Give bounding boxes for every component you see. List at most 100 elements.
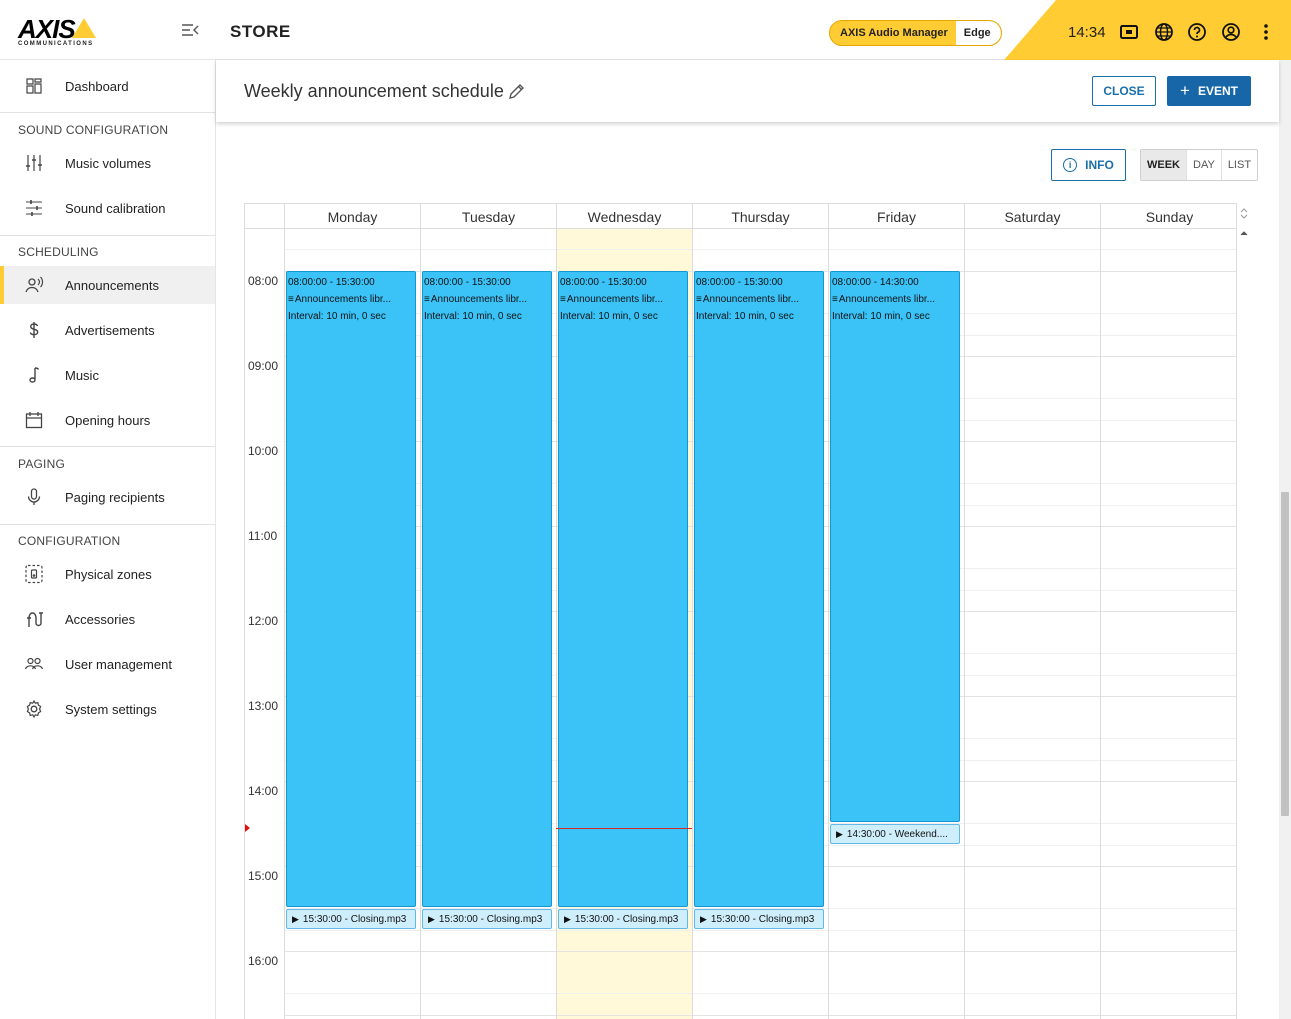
playlist-icon: ≡	[560, 294, 566, 305]
column-line	[284, 229, 285, 1019]
schedule-event[interactable]: 08:00:00 - 15:30:00 ≡Announcements libr.…	[558, 271, 688, 907]
event-time: 08:00:00 - 15:30:00	[424, 277, 511, 288]
grid-line	[284, 249, 1236, 250]
time-label: 09:00	[248, 359, 279, 373]
store-title: STORE	[230, 22, 291, 41]
sidebar-item-physical-zones[interactable]: Physical zones	[0, 555, 215, 593]
trigger-label: 15:30:00 - Closing.mp3	[710, 913, 815, 925]
time-label: 10:00	[248, 444, 279, 458]
time-label: 15:00	[248, 869, 279, 883]
logo-subtext: COMMUNICATIONS	[18, 41, 94, 47]
event-time: 08:00:00 - 15:30:00	[288, 277, 375, 288]
sidebar-item-announcements[interactable]: Announcements	[0, 266, 215, 304]
info-label: INFO	[1085, 158, 1114, 172]
add-event-label: EVENT	[1197, 84, 1238, 98]
trigger-event[interactable]: ▶ 15:30:00 - Closing.mp3	[558, 909, 688, 929]
trigger-event[interactable]: ▶ 14:30:00 - Weekend....	[830, 824, 960, 844]
sidebar-item-label: Accessories	[65, 611, 136, 627]
account-icon[interactable]	[1221, 22, 1241, 42]
grid-line	[284, 951, 1236, 952]
event-source: Announcements libr...	[838, 294, 936, 305]
users-icon	[24, 657, 44, 670]
day-header-thursday: Thursday	[692, 204, 828, 229]
close-button[interactable]: CLOSE	[1092, 76, 1156, 106]
sidebar-item-label: Opening hours	[65, 412, 151, 428]
sidebar-item-system-settings[interactable]: System settings	[0, 690, 215, 728]
trigger-event[interactable]: ▶ 15:30:00 - Closing.mp3	[694, 909, 824, 929]
sidebar-item-paging-recipients[interactable]: Paging recipients	[0, 478, 215, 516]
day-header-monday: Monday	[284, 204, 420, 229]
event-time: 08:00:00 - 14:30:00	[832, 277, 919, 288]
clock: 14:34	[1068, 24, 1106, 41]
playlist-icon: ≡	[288, 294, 294, 305]
section-header-sound: SOUND CONFIGURATION	[18, 123, 169, 137]
event-source: Announcements libr...	[702, 294, 800, 305]
schedule-event[interactable]: 08:00:00 - 15:30:00 ≡Announcements libr.…	[286, 271, 416, 907]
trigger-label: 14:30:00 - Weekend....	[846, 828, 948, 840]
calendar-grid[interactable]: 08:00 09:00 10:00 11:00 12:00 13:00 14:0…	[245, 229, 1236, 1019]
calendar-scrollbar[interactable]	[1237, 203, 1251, 243]
view-day-button[interactable]: DAY	[1186, 150, 1221, 180]
sidebar-item-advertisements[interactable]: Advertisements	[0, 311, 215, 349]
sidebar-item-music[interactable]: Music	[0, 356, 215, 394]
sidebar-item-label: Music	[65, 367, 99, 383]
top-bar: AXIS COMMUNICATIONS STORE AXIS Audio Man…	[0, 0, 1291, 60]
trigger-event[interactable]: ▶ 15:30:00 - Closing.mp3	[286, 909, 416, 929]
globe-icon[interactable]	[1154, 22, 1174, 42]
menu-collapse-icon[interactable]	[181, 22, 199, 38]
more-vert-icon[interactable]	[1256, 22, 1276, 42]
schedule-event[interactable]: 08:00:00 - 14:30:00 ≡Announcements libr.…	[830, 271, 960, 822]
sidebar-item-opening-hours[interactable]: Opening hours	[0, 401, 215, 439]
schedule-event[interactable]: 08:00:00 - 15:30:00 ≡Announcements libr.…	[422, 271, 552, 907]
sidebar-item-label: Advertisements	[65, 322, 155, 338]
display-icon[interactable]	[1119, 22, 1139, 42]
event-interval: Interval: 10 min, 0 sec	[288, 311, 386, 322]
edit-icon[interactable]	[508, 82, 526, 100]
time-label: 16:00	[248, 954, 279, 968]
event-source: Announcements libr...	[294, 294, 392, 305]
sidebar-item-music-volumes[interactable]: Music volumes	[0, 144, 215, 182]
header-accent	[1004, 0, 1291, 60]
page-scrollbar[interactable]	[1279, 60, 1291, 1019]
trigger-event[interactable]: ▶ 15:30:00 - Closing.mp3	[422, 909, 552, 929]
current-time-marker	[245, 824, 250, 832]
sidebar-item-accessories[interactable]: Accessories	[0, 600, 215, 638]
trigger-label: 15:30:00 - Closing.mp3	[302, 913, 407, 925]
sidebar-item-sound-calibration[interactable]: Sound calibration	[0, 189, 215, 227]
info-button[interactable]: i INFO	[1051, 149, 1126, 181]
event-time: 08:00:00 - 15:30:00	[560, 277, 647, 288]
playlist-icon: ≡	[832, 294, 838, 305]
time-label: 11:00	[248, 529, 278, 543]
event-interval: Interval: 10 min, 0 sec	[560, 311, 658, 322]
column-line	[556, 229, 557, 1019]
axis-logo[interactable]: AXIS COMMUNICATIONS	[18, 14, 108, 50]
sidebar-item-user-management[interactable]: User management	[0, 645, 215, 683]
zone-icon	[25, 564, 43, 584]
play-icon: ▶	[700, 913, 707, 924]
event-time: 08:00:00 - 15:30:00	[696, 277, 783, 288]
section-header-paging: PAGING	[18, 457, 65, 471]
play-icon: ▶	[292, 913, 299, 924]
column-line	[692, 229, 693, 1019]
sidebar-item-dashboard[interactable]: Dashboard	[0, 67, 215, 105]
day-header-tuesday: Tuesday	[420, 204, 556, 229]
play-icon: ▶	[836, 828, 843, 839]
event-interval: Interval: 10 min, 0 sec	[424, 311, 522, 322]
column-line	[1100, 229, 1101, 1019]
help-icon[interactable]	[1187, 22, 1207, 42]
schedule-event[interactable]: 08:00:00 - 15:30:00 ≡Announcements libr.…	[694, 271, 824, 907]
playlist-icon: ≡	[424, 294, 430, 305]
add-event-button[interactable]: + EVENT	[1167, 76, 1251, 106]
calendar-icon	[25, 412, 43, 429]
scrollbar-thumb[interactable]	[1281, 492, 1289, 816]
current-time-line	[556, 828, 692, 829]
dollar-icon	[29, 322, 39, 338]
view-list-button[interactable]: LIST	[1220, 150, 1257, 180]
sidebar-item-label: Paging recipients	[65, 489, 165, 505]
view-week-button[interactable]: WEEK	[1141, 150, 1186, 180]
event-interval: Interval: 10 min, 0 sec	[696, 311, 794, 322]
divider	[0, 446, 215, 447]
page-title: Weekly announcement schedule	[244, 81, 504, 101]
section-header-scheduling: SCHEDULING	[18, 245, 99, 259]
gear-icon	[26, 699, 42, 719]
